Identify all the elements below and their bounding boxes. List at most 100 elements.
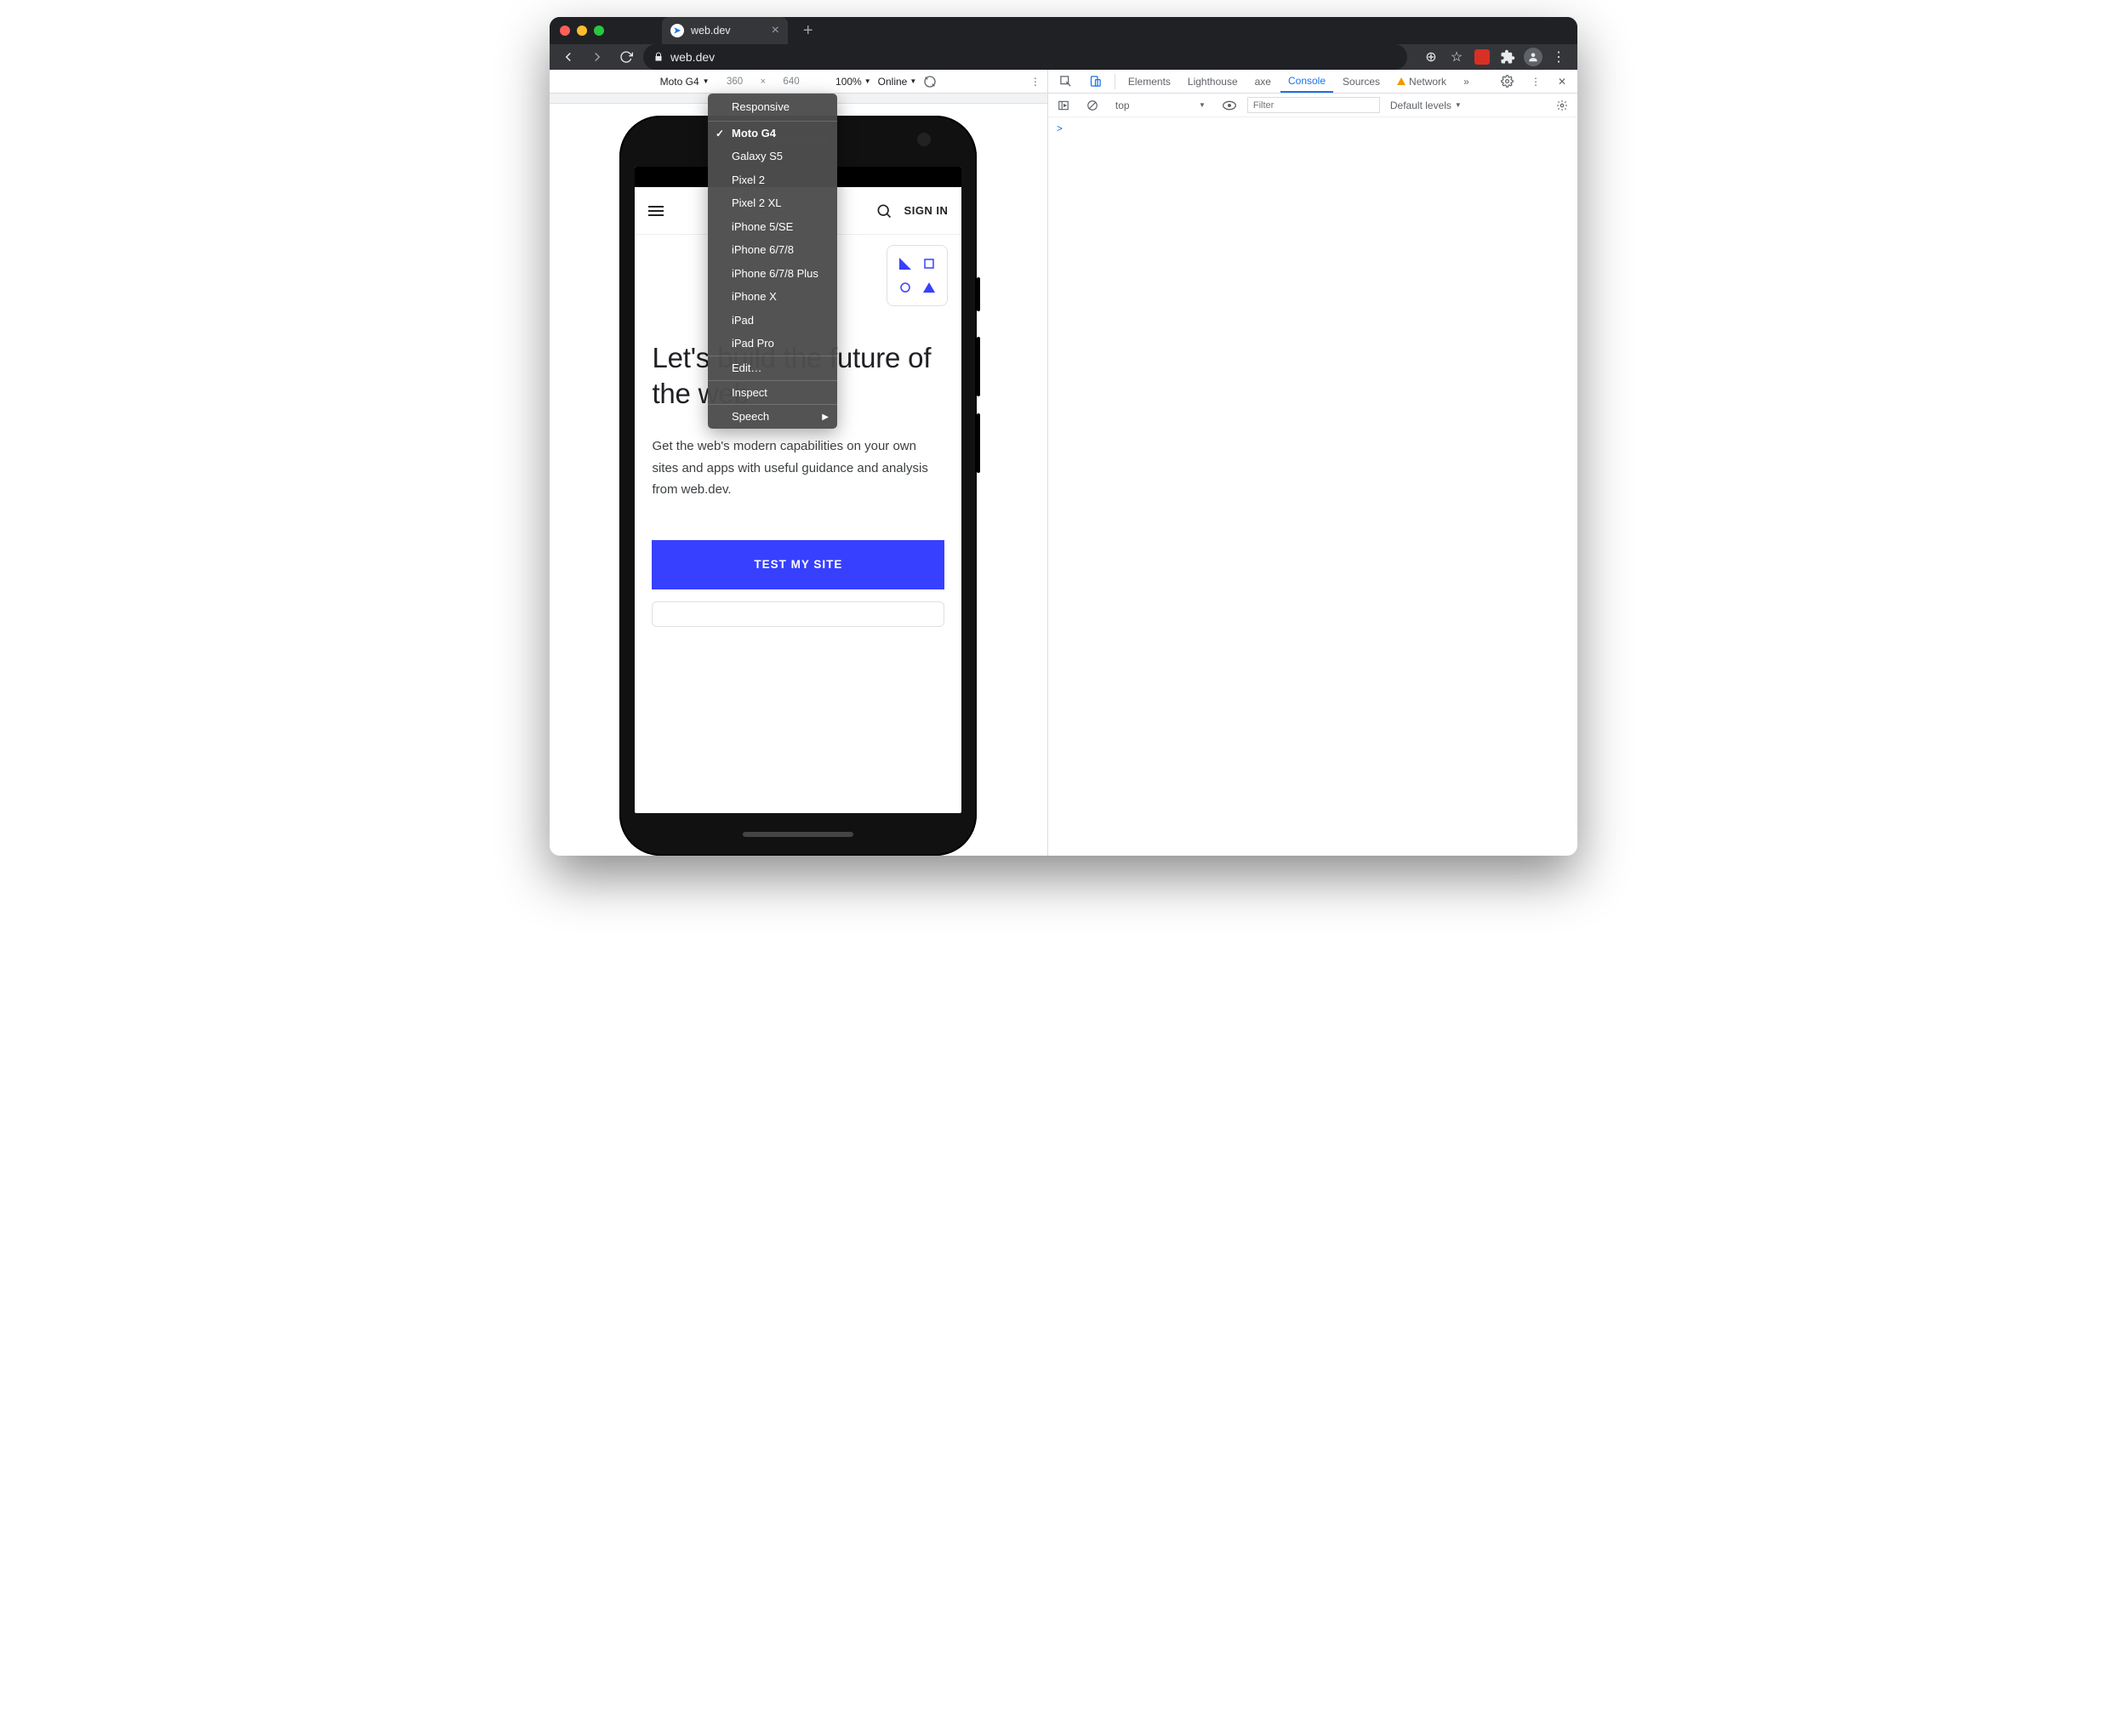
width-input[interactable]: 360 (716, 74, 754, 89)
tab-console[interactable]: Console (1280, 70, 1333, 93)
tab-elements[interactable]: Elements (1121, 70, 1178, 93)
tab-label: Network (1409, 76, 1446, 88)
star-icon[interactable]: ☆ (1445, 45, 1468, 69)
hero-body: Get the web's modern capabilities on you… (652, 435, 944, 501)
devtools-menu-icon[interactable]: ⋮ (1523, 70, 1548, 93)
throttle-select[interactable]: Online ▼ (878, 76, 917, 88)
sidebar-toggle-icon[interactable] (1052, 99, 1075, 112)
filter-input[interactable] (1247, 97, 1380, 113)
window-minimize-icon[interactable] (577, 26, 587, 36)
device-pane: Moto G4 ▼ 360 × 640 100% ▼ Online ▼ (550, 70, 1048, 856)
live-expression-icon[interactable] (1217, 100, 1242, 111)
warning-icon (1397, 77, 1406, 85)
toggle-device-icon[interactable] (1081, 70, 1109, 93)
menu-item-device[interactable]: iPad (708, 309, 837, 333)
menu-item-device[interactable]: ✓ Moto G4 (708, 122, 837, 145)
profile-avatar[interactable] (1521, 45, 1545, 69)
context-label: top (1115, 100, 1130, 111)
device-more-icon[interactable]: ⋮ (1030, 76, 1041, 88)
triangle-icon (896, 254, 915, 273)
menu-item-device[interactable]: Pixel 2 (708, 168, 837, 192)
url-text: web.dev (670, 50, 715, 64)
menu-item-inspect[interactable]: Inspect (708, 381, 837, 405)
menu-label: Moto G4 (732, 127, 776, 139)
browser-menu-icon[interactable]: ⋮ (1547, 45, 1571, 69)
console-prompt-icon: > (1057, 122, 1063, 134)
devtools-pane: Elements Lighthouse axe Console Sources … (1048, 70, 1577, 856)
menu-item-device[interactable]: iPhone X (708, 285, 837, 309)
shapes-card[interactable] (887, 245, 948, 306)
tab-title: web.dev (691, 25, 731, 37)
menu-item-device[interactable]: Pixel 2 XL (708, 191, 837, 215)
tab-axe[interactable]: axe (1247, 70, 1279, 93)
context-select[interactable]: top ▼ (1109, 99, 1212, 112)
menu-icon[interactable] (648, 206, 664, 216)
window-zoom-icon[interactable] (594, 26, 604, 36)
tab-network[interactable]: Network (1389, 70, 1454, 93)
zoom-label: 100% (835, 76, 862, 88)
clear-console-icon[interactable] (1081, 99, 1104, 112)
menu-item-device[interactable]: iPhone 6/7/8 (708, 238, 837, 262)
menu-item-device[interactable]: iPhone 6/7/8 Plus (708, 262, 837, 286)
extensions-puzzle-icon[interactable] (1496, 45, 1520, 69)
device-dropdown: Responsive ✓ Moto G4 Galaxy S5 Pixel 2 Pi… (708, 94, 837, 429)
cta-button[interactable]: TEST MY SITE (652, 540, 944, 589)
camera-icon (917, 133, 931, 146)
settings-icon[interactable] (1493, 70, 1521, 93)
browser-tab[interactable]: ➤ web.dev × (662, 17, 788, 44)
device-list-section: ✓ Moto G4 Galaxy S5 Pixel 2 Pixel 2 XL iP… (708, 121, 837, 356)
menu-item-device[interactable]: Galaxy S5 (708, 145, 837, 168)
forward-button[interactable] (585, 45, 609, 69)
search-icon[interactable] (875, 202, 892, 219)
device-select-label: Moto G4 (660, 76, 699, 88)
circle-icon (896, 278, 915, 297)
add-bookmark-icon[interactable]: ⊕ (1419, 45, 1443, 69)
extension-icon[interactable] (1470, 45, 1494, 69)
menu-item-speech[interactable]: Speech ▶ (708, 405, 837, 429)
triangle-up-icon (920, 278, 938, 297)
chevron-right-icon: ▶ (822, 412, 829, 424)
browser-window: ➤ web.dev × + web.dev ⊕ ☆ (550, 17, 1577, 856)
back-button[interactable] (556, 45, 580, 69)
titlebar: ➤ web.dev × + (550, 17, 1577, 44)
chevron-down-icon: ▼ (703, 77, 710, 85)
chevron-down-icon: ▼ (1455, 101, 1462, 109)
inspect-element-icon[interactable] (1052, 70, 1080, 93)
devtools-close-icon[interactable]: ✕ (1550, 70, 1574, 93)
zoom-select[interactable]: 100% ▼ (835, 76, 871, 88)
menu-item-edit[interactable]: Edit… (708, 356, 837, 380)
square-icon (920, 254, 938, 273)
chevron-down-icon: ▼ (1199, 101, 1206, 109)
throttle-label: Online (878, 76, 908, 88)
tab-lighthouse[interactable]: Lighthouse (1180, 70, 1246, 93)
sign-in-button[interactable]: SIGN IN (904, 204, 949, 217)
chevron-down-icon: ▼ (910, 77, 916, 85)
menu-label: Speech (732, 410, 769, 423)
console-settings-icon[interactable] (1550, 99, 1574, 112)
reload-button[interactable] (614, 45, 638, 69)
toolbar-right: ⊕ ☆ ⋮ (1419, 45, 1571, 69)
menu-item-device[interactable]: iPad Pro (708, 332, 837, 356)
favicon-icon: ➤ (670, 24, 684, 37)
chevron-down-icon: ▼ (864, 77, 871, 85)
height-input[interactable]: 640 (773, 74, 810, 89)
address-bar[interactable]: web.dev (643, 44, 1407, 70)
browser-toolbar: web.dev ⊕ ☆ ⋮ (550, 44, 1577, 70)
rotate-icon[interactable] (923, 75, 937, 88)
tab-close-icon[interactable]: × (772, 23, 779, 38)
tab-sources[interactable]: Sources (1335, 70, 1388, 93)
log-levels-select[interactable]: Default levels ▼ (1390, 100, 1462, 111)
side-button-icon (977, 337, 980, 396)
check-icon: ✓ (716, 127, 724, 140)
side-button-icon (977, 413, 980, 473)
window-close-icon[interactable] (560, 26, 570, 36)
levels-label: Default levels (1390, 100, 1451, 111)
console-body[interactable]: > (1048, 117, 1577, 856)
menu-item-device[interactable]: iPhone 5/SE (708, 215, 837, 239)
home-bar-icon (743, 832, 853, 837)
device-select[interactable]: Moto G4 ▼ (660, 76, 710, 88)
tabs-overflow[interactable]: » (1456, 70, 1477, 93)
device-toolbar: Moto G4 ▼ 360 × 640 100% ▼ Online ▼ (550, 70, 1047, 94)
menu-item-responsive[interactable]: Responsive (708, 94, 837, 121)
new-tab-button[interactable]: + (803, 21, 813, 41)
